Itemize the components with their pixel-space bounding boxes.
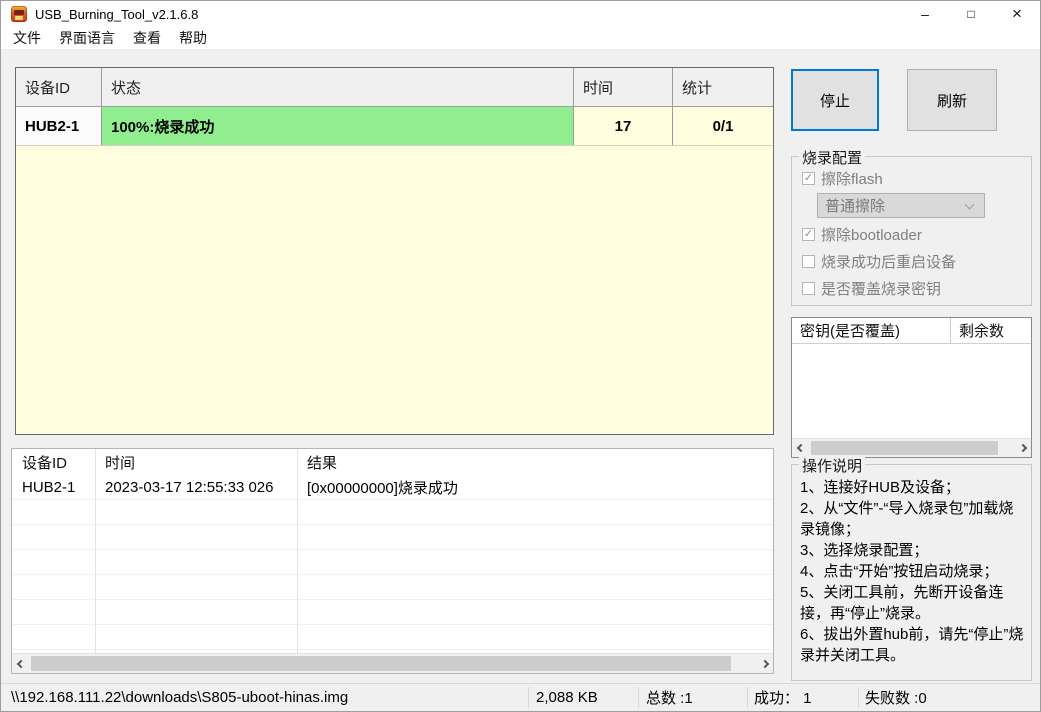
scrollbar-thumb[interactable]	[31, 656, 731, 671]
reboot-after-success-label: 烧录成功后重启设备	[821, 254, 957, 271]
table-row[interactable]: HUB2-1 100%:烧录成功 17 0/1	[16, 107, 773, 146]
window-controls: – □ ×	[902, 1, 1040, 27]
statusbar-divider	[638, 687, 639, 708]
menu-view[interactable]: 查看	[124, 27, 170, 49]
device-table-header: 设备ID 状态 时间 统计	[16, 68, 773, 107]
checkbox-icon[interactable]: ✓	[802, 172, 815, 185]
chevron-down-icon	[964, 199, 975, 210]
reboot-after-success-checkbox[interactable]: 烧录成功后重启设备	[802, 251, 956, 272]
log-time-cell: 2023-03-17 12:55:33 026	[105, 478, 274, 496]
erase-flash-label: 擦除flash	[821, 171, 883, 188]
empty-row	[12, 500, 773, 525]
stop-button[interactable]: 停止	[791, 69, 879, 131]
instructions-title: 操作说明	[799, 455, 866, 476]
instruction-line: 1、连接好HUB及设备；	[800, 479, 961, 496]
erase-bootloader-label: 擦除bootloader	[821, 227, 922, 244]
burn-config-title: 烧录配置	[799, 147, 866, 168]
key-table-header: 密钥(是否覆盖) 剩余数	[792, 318, 1031, 344]
checkbox-icon[interactable]: ✓	[802, 228, 815, 241]
menu-help[interactable]: 帮助	[170, 27, 216, 49]
col-device-id: 设备ID	[16, 68, 102, 106]
scroll-left-icon[interactable]	[12, 654, 29, 673]
titlebar: USB_Burning_Tool_v2.1.6.8 – □ ×	[1, 1, 1040, 27]
erase-flash-checkbox[interactable]: ✓ 擦除flash	[802, 168, 883, 189]
minimize-button[interactable]: –	[902, 1, 948, 27]
column-divider	[297, 449, 298, 653]
col-log-device-id: 设备ID	[22, 454, 68, 472]
empty-row	[12, 625, 773, 650]
overwrite-key-checkbox[interactable]: 是否覆盖烧录密钥	[802, 278, 941, 299]
col-time: 时间	[574, 68, 673, 106]
empty-row	[12, 600, 773, 625]
scroll-right-icon[interactable]	[756, 654, 773, 673]
total-count: 总数 :1	[646, 690, 693, 707]
col-remaining: 剩余数	[959, 323, 1005, 340]
log-result-cell: [0x00000000]烧录成功	[307, 479, 458, 497]
menu-file[interactable]: 文件	[4, 27, 50, 49]
instruction-line: 5、关闭工具前，先断开设备连接，再“停止”烧录。	[800, 584, 1004, 622]
erase-mode-value: 普通擦除	[825, 198, 886, 215]
instruction-line: 4、点击“开始”按钮启动烧录；	[800, 563, 999, 580]
burn-config-group: 烧录配置 ✓ 擦除flash 普通擦除 ✓ 擦除bootloader 烧录成功后…	[791, 147, 1032, 306]
erase-mode-select[interactable]: 普通擦除	[817, 193, 985, 218]
checkbox-icon[interactable]	[802, 282, 815, 295]
device-id-cell: HUB2-1	[16, 107, 102, 145]
log-device-id-cell: HUB2-1	[22, 478, 76, 496]
col-stats: 统计	[682, 79, 713, 97]
success-count: 成功： 1	[754, 690, 812, 707]
instructions-group: 操作说明 1、连接好HUB及设备； 2、从“文件”-“导入烧录包”加载烧录镜像；…	[791, 455, 1032, 681]
log-table: 设备ID 时间 结果 HUB2-1 2023-03-17 12:55:33 02…	[11, 448, 774, 674]
status-bar: \\192.168.111.22\downloads\S805-uboot-hi…	[1, 683, 1040, 711]
close-button[interactable]: ×	[994, 1, 1040, 27]
overwrite-key-label: 是否覆盖烧录密钥	[821, 281, 942, 298]
column-divider	[95, 449, 96, 653]
checkbox-icon[interactable]	[802, 255, 815, 268]
maximize-button[interactable]: □	[948, 1, 994, 27]
instruction-line: 6、拔出外置hub前，请先“停止”烧录并关闭工具。	[800, 626, 1024, 664]
col-status: 状态	[102, 68, 574, 106]
app-logo-icon	[11, 6, 27, 22]
failed-count: 失败数 :0	[865, 690, 927, 707]
status-cell: 100%:烧录成功	[102, 107, 574, 145]
image-file-size: 2,088 KB	[536, 689, 598, 706]
statusbar-divider	[747, 687, 748, 708]
scroll-right-icon[interactable]	[1014, 439, 1031, 457]
app-window: USB_Burning_Tool_v2.1.6.8 – □ × 文件 界面语言 …	[0, 0, 1041, 712]
menu-language[interactable]: 界面语言	[50, 27, 124, 49]
statusbar-divider	[858, 687, 859, 708]
refresh-button[interactable]: 刷新	[907, 69, 997, 131]
image-file-path: \\192.168.111.22\downloads\S805-uboot-hi…	[11, 689, 349, 706]
log-row[interactable]: HUB2-1 2023-03-17 12:55:33 026 [0x000000…	[12, 475, 773, 500]
key-table: 密钥(是否覆盖) 剩余数	[791, 317, 1032, 458]
log-table-header: 设备ID 时间 结果	[12, 449, 773, 475]
stats-cell: 0/1	[673, 107, 773, 145]
col-log-time: 时间	[105, 454, 136, 472]
window-title: USB_Burning_Tool_v2.1.6.8	[35, 6, 199, 22]
empty-row	[12, 575, 773, 600]
log-table-hscrollbar[interactable]	[12, 653, 773, 673]
erase-bootloader-checkbox[interactable]: ✓ 擦除bootloader	[802, 224, 922, 245]
col-key: 密钥(是否覆盖)	[792, 318, 951, 343]
instruction-line: 2、从“文件”-“导入烧录包”加载烧录镜像；	[800, 500, 1014, 538]
empty-row	[12, 550, 773, 575]
scrollbar-thumb[interactable]	[811, 441, 998, 455]
instruction-line: 3、选择烧录配置；	[800, 542, 929, 559]
statusbar-divider	[528, 687, 529, 708]
instructions-text: 1、连接好HUB及设备； 2、从“文件”-“导入烧录包”加载烧录镜像； 3、选择…	[800, 477, 1027, 666]
empty-row	[12, 525, 773, 550]
menubar: 文件 界面语言 查看 帮助	[1, 27, 1040, 49]
device-table: 设备ID 状态 时间 统计 HUB2-1 100%:烧录成功 17 0/1	[15, 67, 774, 435]
col-log-result: 结果	[307, 454, 338, 472]
time-cell: 17	[574, 107, 673, 145]
